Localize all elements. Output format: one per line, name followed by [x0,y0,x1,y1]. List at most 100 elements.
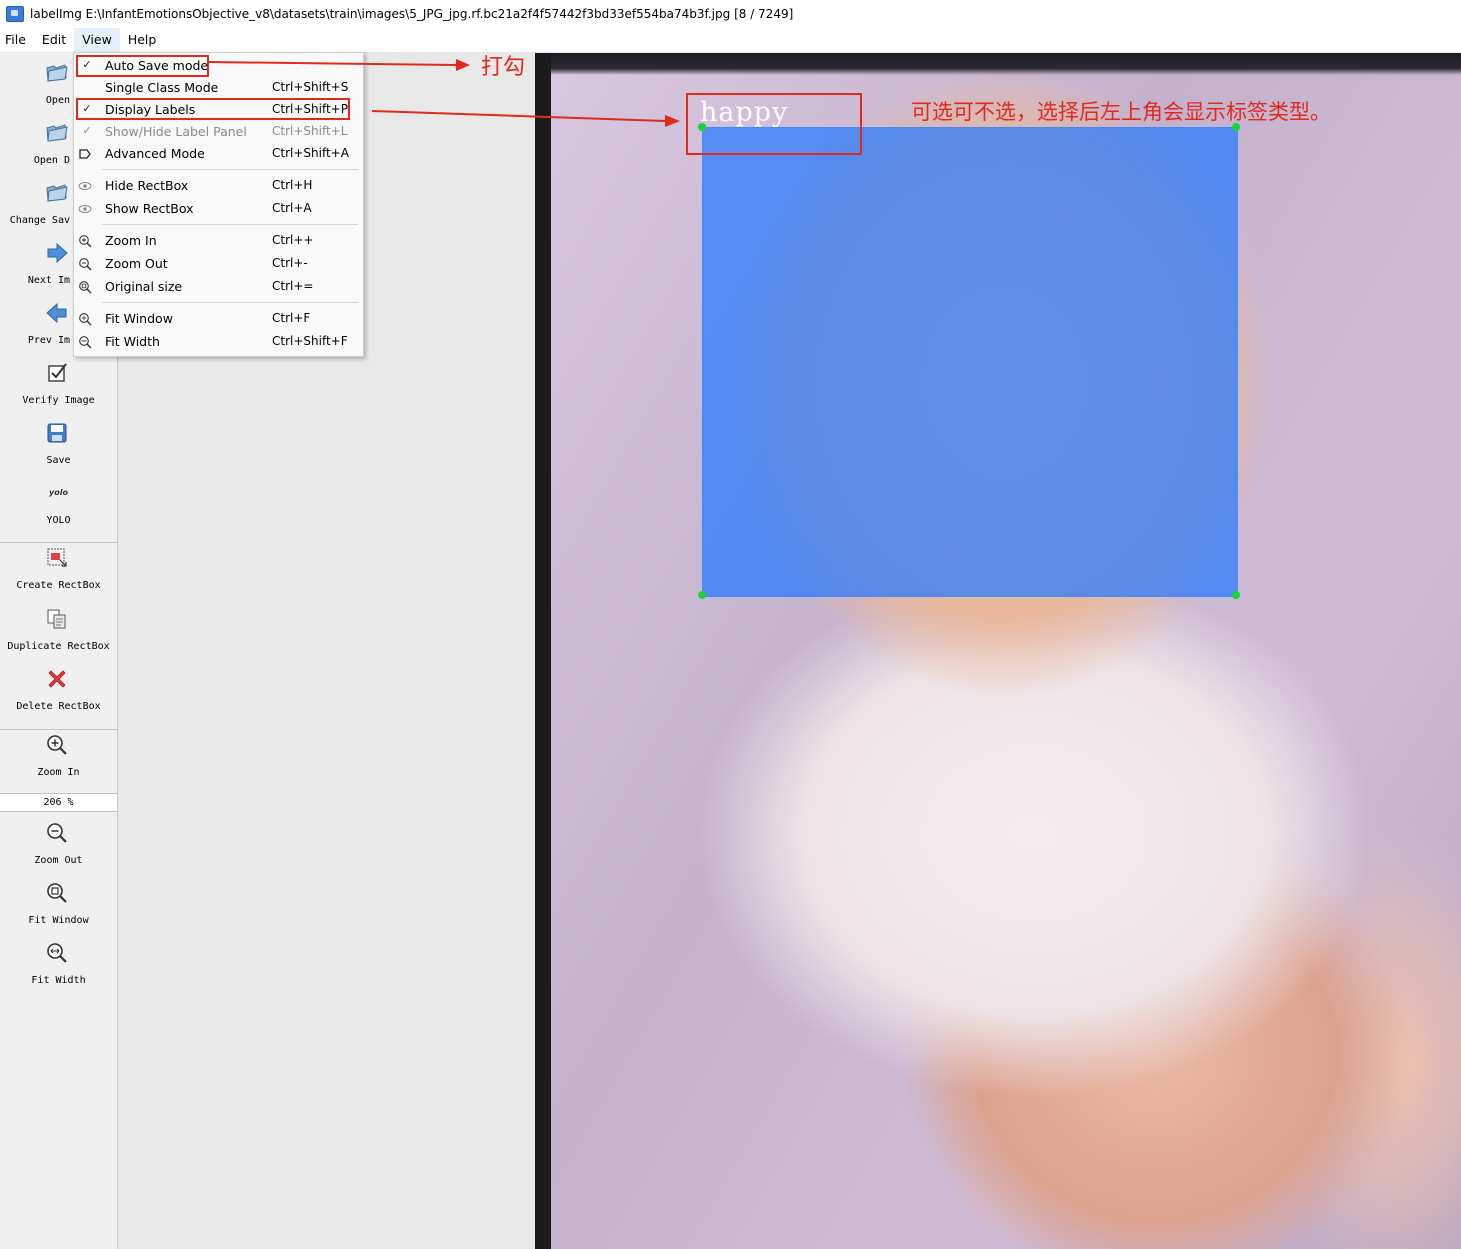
menu-help[interactable]: Help [120,28,165,52]
menu-item-label: Show RectBox [105,201,194,216]
create-rectbox-label: Create RectBox [16,580,101,591]
menu-item-shortcut: Ctrl+Shift+A [272,146,349,160]
bbox-corner-handle[interactable] [1232,591,1240,599]
menu-separator [102,224,358,225]
highlight-box-label [686,93,862,155]
tag-icon [79,149,91,159]
menu-item-label: Zoom In [105,233,157,248]
yolo-format-button[interactable]: yolo YOLO [0,473,117,533]
annotation-tick-note: 打勾 [481,55,526,80]
labelimg-app-icon [6,6,24,22]
menu-item-shortcut: Ctrl++ [272,233,314,247]
annotation-label-note: 可选可不选，选择后左上角会显示标签类型。 [911,100,1331,124]
zoom-in-icon [79,235,92,248]
create-rectbox-icon [47,548,67,567]
fit-window-icon [79,313,92,326]
menu-item-label: Fit Window [105,311,173,326]
folder-open-icon [46,64,68,82]
open-label: Open [45,95,70,106]
menu-item-shortcut: Ctrl+= [272,279,314,293]
menu-item-label: Fit Width [105,334,160,349]
fit-width-button[interactable]: Fit Width [0,933,117,993]
duplicate-rectbox-button[interactable]: Duplicate RectBox [0,599,117,659]
fit-width-label: Fit Width [31,975,86,986]
delete-rectbox-label: Delete RectBox [16,701,101,712]
eye-icon [78,182,92,190]
fit-width-icon [79,336,92,349]
zoom-in-label: Zoom In [37,767,80,778]
menu-item-zoom-out[interactable]: Zoom Out Ctrl+- [74,253,363,275]
zoom-out-button[interactable]: Zoom Out [0,813,117,873]
fit-width-icon [47,943,67,963]
fit-window-button[interactable]: Fit Window [0,873,117,933]
menu-item-original-size[interactable]: Original size Ctrl+= [74,276,363,298]
menu-item-zoom-in[interactable]: Zoom In Ctrl++ [74,230,363,252]
menu-item-fit-window[interactable]: Fit Window Ctrl+F [74,308,363,330]
delete-rectbox-button[interactable]: Delete RectBox [0,659,117,719]
fit-window-icon [47,883,67,903]
menu-item-single-class-mode[interactable]: Single Class Mode Ctrl+Shift+S [74,77,363,99]
save-button[interactable]: Save [0,413,117,473]
menu-item-shortcut: Ctrl+A [272,201,312,215]
fit-window-label: Fit Window [28,915,89,926]
zoom-out-icon [79,258,92,271]
menu-item-label: Hide RectBox [105,178,189,193]
menu-item-show-hide-label-panel[interactable]: ✓ Show/Hide Label Panel Ctrl+Shift+L [74,121,363,143]
menu-item-label: Original size [105,279,183,294]
menu-separator [102,302,358,303]
floppy-disk-icon [47,423,67,443]
menu-item-shortcut: Ctrl+H [272,178,313,192]
title-bar: labelImg E:\InfantEmotionsObjective_v8\d… [0,0,1461,28]
menu-item-label: Show/Hide Label Panel [105,124,247,139]
eye-icon [78,205,92,213]
menu-bar: File Edit View Help [0,28,1461,53]
arrow-left-icon [46,302,67,324]
bounding-box-happy[interactable] [702,127,1238,597]
highlight-auto-save-mode [76,55,209,77]
menu-item-shortcut: Ctrl+Shift+L [272,124,348,138]
menu-separator [102,169,358,170]
menu-item-fit-width[interactable]: Fit Width Ctrl+Shift+F [74,331,363,353]
menu-file[interactable]: File [0,28,34,52]
zoom-in-button[interactable]: Zoom In [0,725,117,785]
folder-open-icon [46,124,68,142]
arrow-right-icon [47,242,68,264]
photo-black-border-left [535,53,551,1249]
menu-item-hide-rectbox[interactable]: Hide RectBox Ctrl+H [74,175,363,197]
create-rectbox-button[interactable]: Create RectBox [0,538,117,598]
folder-open-icon [46,184,68,202]
zoom-value-field[interactable]: 206 % [0,793,117,812]
highlight-display-labels [76,98,350,120]
duplicate-rectbox-label: Duplicate RectBox [7,641,110,652]
next-image-label: Next Im [27,275,70,286]
menu-item-show-rectbox[interactable]: Show RectBox Ctrl+A [74,198,363,220]
bbox-corner-handle[interactable] [698,591,706,599]
menu-view[interactable]: View [74,28,120,52]
open-dir-label: Open D [33,155,70,166]
menu-item-shortcut: Ctrl+Shift+F [272,334,348,348]
zoom-out-icon [47,823,67,843]
menu-item-label: Single Class Mode [105,80,219,95]
menu-item-shortcut: Ctrl+F [272,311,311,325]
prev-image-label: Prev Im [27,335,70,346]
delete-x-icon [48,670,66,688]
verify-image-label: Verify Image [22,395,95,406]
zoom-in-icon [47,735,67,755]
menu-item-shortcut: Ctrl+- [272,256,308,270]
original-size-icon [79,281,92,294]
checkbox-icon [48,363,67,382]
menu-item-shortcut: Ctrl+Shift+S [272,80,349,94]
yolo-label: YOLO [46,515,71,526]
menu-item-advanced-mode[interactable]: Advanced Mode Ctrl+Shift+A [74,143,363,165]
save-label: Save [46,455,71,466]
menu-item-label: Advanced Mode [105,146,205,161]
menu-item-label: Zoom Out [105,256,168,271]
verify-image-button[interactable]: Verify Image [0,353,117,413]
check-icon: ✓ [82,124,92,137]
change-save-dir-label: Change Sav [9,215,70,226]
photo-black-border-top [535,53,1461,75]
yolo-icon: yolo [49,488,68,497]
zoom-out-label: Zoom Out [34,855,83,866]
menu-edit[interactable]: Edit [34,28,74,52]
window-title: labelImg E:\InfantEmotionsObjective_v8\d… [30,7,794,21]
